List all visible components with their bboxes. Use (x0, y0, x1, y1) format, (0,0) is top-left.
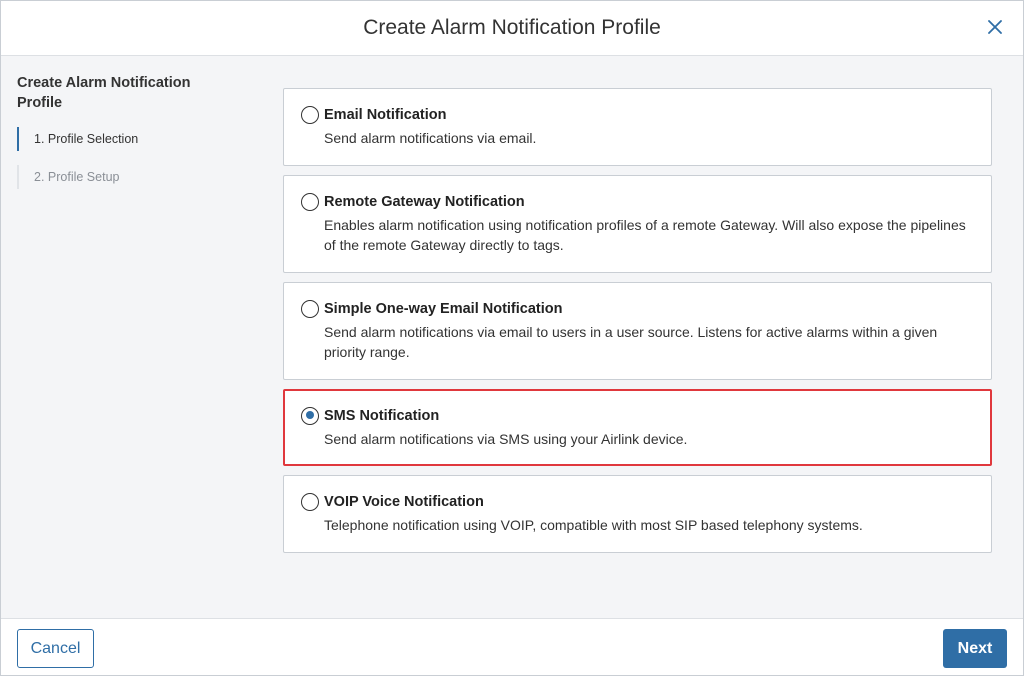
dialog-header: Create Alarm Notification Profile (1, 1, 1023, 56)
option-remote-gateway-notification[interactable]: Remote Gateway Notification Enables alar… (283, 174, 992, 273)
dialog-title: Create Alarm Notification Profile (363, 16, 661, 39)
step-profile-selection[interactable]: 1. Profile Selection (17, 127, 247, 151)
wizard-sidebar: Create Alarm Notification Profile 1. Pro… (17, 73, 247, 203)
dialog-body: Create Alarm Notification Profile 1. Pro… (1, 57, 1023, 618)
option-title: SMS Notification (324, 407, 440, 424)
option-description: Send alarm notifications via email to us… (324, 323, 938, 361)
dialog-footer: Cancel Next (1, 618, 1023, 675)
option-description: Send alarm notifications via email. (324, 130, 537, 146)
option-description: Telephone notification using VOIP, compa… (324, 517, 863, 533)
option-title: Remote Gateway Notification (324, 193, 525, 210)
option-email-notification[interactable]: Email Notification Send alarm notificati… (283, 88, 992, 166)
radio-button[interactable] (301, 192, 319, 211)
next-button[interactable]: Next (943, 629, 1007, 668)
option-title: Email Notification (324, 107, 447, 123)
create-profile-dialog: Create Alarm Notification Profile Create… (0, 0, 1024, 676)
wizard-steps: 1. Profile Selection 2. Profile Setup (17, 127, 247, 189)
option-title: VOIP Voice Notification (324, 494, 484, 510)
radio-button-selected[interactable] (301, 406, 319, 425)
radio-button[interactable] (301, 493, 319, 511)
profile-options: Email Notification Send alarm notificati… (283, 88, 992, 562)
step-profile-setup[interactable]: 2. Profile Setup (17, 165, 247, 189)
option-title: Simple One-way Email Notification (324, 300, 563, 317)
option-sms-notification[interactable]: SMS Notification Send alarm notification… (283, 388, 992, 466)
radio-selected-dot (305, 411, 314, 419)
option-description: Enables alarm notification using notific… (324, 216, 966, 254)
option-description: Send alarm notifications via SMS using y… (324, 430, 688, 447)
radio-button[interactable] (301, 106, 319, 124)
option-voip-voice-notification[interactable]: VOIP Voice Notification Telephone notifi… (283, 475, 992, 553)
cancel-button[interactable]: Cancel (17, 629, 94, 668)
close-button[interactable] (983, 15, 1007, 39)
radio-button[interactable] (301, 299, 319, 318)
sidebar-title: Create Alarm Notification Profile (17, 75, 191, 111)
option-simple-email-notification[interactable]: Simple One-way Email Notification Send a… (283, 281, 992, 380)
close-icon (988, 20, 1002, 34)
